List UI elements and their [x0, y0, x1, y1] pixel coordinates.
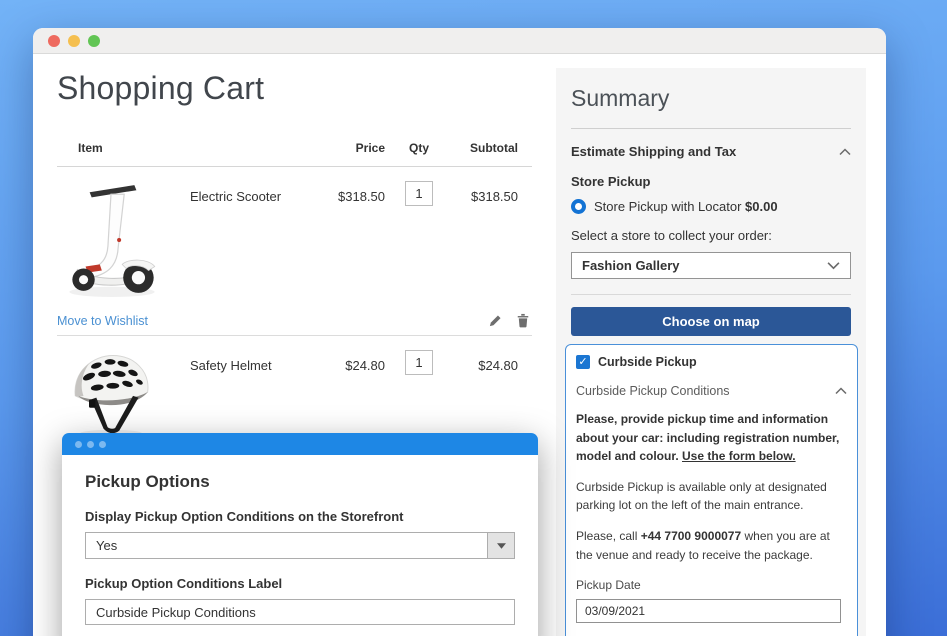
store-pickup-radio-row: Store Pickup with Locator $0.00	[571, 199, 851, 214]
table-row: Electric Scooter $318.50 $318.50	[57, 167, 532, 304]
window-dot-icon	[75, 441, 82, 448]
display-conditions-select[interactable]: Yes	[85, 532, 515, 559]
choose-on-map-button[interactable]: Choose on map	[571, 307, 851, 336]
desktop-background: Shopping Cart Item Price Qty Subtotal	[0, 0, 947, 636]
chevron-up-icon[interactable]	[839, 148, 851, 156]
phone-number: +44 7700 9000077	[641, 529, 741, 543]
column-header-qty: Qty	[385, 141, 453, 155]
shopping-cart-section: Shopping Cart Item Price Qty Subtotal	[57, 70, 557, 445]
curbside-checkbox-row: ✓ Curbside Pickup	[576, 355, 847, 369]
store-pickup-radio-label: Store Pickup with Locator $0.00	[594, 199, 778, 214]
summary-title: Summary	[571, 85, 851, 112]
curbside-conditions-title: Curbside Pickup Conditions	[576, 384, 730, 398]
cart-item-safety-helmet: Safety Helmet $24.80 $24.80	[57, 336, 532, 445]
zoom-window-button[interactable]	[88, 35, 100, 47]
qty-input[interactable]	[405, 181, 433, 206]
product-image-safety-helmet	[57, 346, 190, 445]
call-text-pre: Please, call	[576, 529, 641, 543]
window-dot-icon	[87, 441, 94, 448]
column-header-subtotal: Subtotal	[453, 141, 532, 155]
pickup-date-input[interactable]	[576, 599, 841, 623]
delete-item-icon[interactable]	[516, 313, 530, 328]
page-title: Shopping Cart	[57, 70, 557, 107]
divider	[571, 294, 851, 295]
column-header-price: Price	[337, 141, 385, 155]
cart-table: Item Price Qty Subtotal	[57, 141, 532, 445]
minimize-window-button[interactable]	[68, 35, 80, 47]
summary-panel: Summary Estimate Shipping and Tax Store …	[556, 68, 866, 636]
store-select[interactable]: Fashion Gallery	[571, 252, 851, 279]
product-name: Safety Helmet	[190, 346, 337, 373]
curbside-checkbox[interactable]: ✓	[576, 355, 590, 369]
window-titlebar	[33, 28, 886, 54]
table-row: Safety Helmet $24.80 $24.80	[57, 336, 532, 445]
move-to-wishlist-link[interactable]: Move to Wishlist	[57, 314, 148, 328]
modal-body: Pickup Options Display Pickup Option Con…	[62, 455, 538, 636]
curbside-conditions-header[interactable]: Curbside Pickup Conditions	[576, 384, 847, 398]
curbside-pickup-box: ✓ Curbside Pickup Curbside Pickup Condit…	[565, 344, 858, 636]
modal-title: Pickup Options	[85, 472, 515, 492]
use-form-link[interactable]: Use the form below.	[682, 449, 796, 463]
radio-price: $0.00	[745, 199, 778, 214]
product-price: $318.50	[337, 177, 385, 204]
caret-down-icon	[497, 543, 506, 549]
radio-label-text: Store Pickup with Locator	[594, 199, 741, 214]
conditions-paragraph-2: Curbside Pickup is available only at des…	[576, 478, 849, 515]
estimate-shipping-label: Estimate Shipping and Tax	[571, 144, 736, 159]
select-store-label: Select a store to collect your order:	[571, 228, 851, 243]
qty-cell	[385, 346, 453, 375]
product-price: $24.80	[337, 346, 385, 373]
product-image-electric-scooter	[57, 177, 190, 304]
pickup-options-window: Pickup Options Display Pickup Option Con…	[62, 433, 538, 636]
estimate-shipping-header[interactable]: Estimate Shipping and Tax	[571, 144, 851, 159]
conditions-paragraph-1: Please, provide pickup time and informat…	[576, 410, 849, 466]
conditions-label-input[interactable]	[85, 599, 515, 625]
product-subtotal: $318.50	[453, 177, 532, 204]
chevron-up-icon[interactable]	[835, 387, 847, 395]
qty-input[interactable]	[405, 350, 433, 375]
display-conditions-label: Display Pickup Option Conditions on the …	[85, 509, 515, 524]
product-subtotal: $24.80	[453, 346, 532, 373]
conditions-paragraph-3: Please, call +44 7700 9000077 when you a…	[576, 527, 849, 564]
display-conditions-value: Yes	[86, 533, 487, 558]
edit-item-icon[interactable]	[488, 313, 503, 328]
store-select-value: Fashion Gallery	[582, 258, 680, 273]
chevron-down-icon	[827, 261, 840, 270]
product-name: Electric Scooter	[190, 177, 337, 204]
column-header-item: Item	[57, 141, 337, 155]
curbside-checkbox-label: Curbside Pickup	[598, 355, 697, 369]
store-pickup-heading: Store Pickup	[571, 174, 851, 189]
cart-table-header: Item Price Qty Subtotal	[57, 141, 532, 167]
window-dot-icon	[99, 441, 106, 448]
qty-cell	[385, 177, 453, 206]
cart-item-electric-scooter: Electric Scooter $318.50 $318.50 Move to…	[57, 167, 532, 336]
pickup-date-label: Pickup Date	[576, 578, 847, 592]
select-dropdown-button[interactable]	[487, 533, 514, 558]
item-action-row: Move to Wishlist	[57, 306, 532, 336]
conditions-label-label: Pickup Option Conditions Label	[85, 576, 515, 591]
modal-titlebar	[62, 433, 538, 455]
store-pickup-radio[interactable]	[571, 199, 586, 214]
divider	[571, 128, 851, 129]
close-window-button[interactable]	[48, 35, 60, 47]
